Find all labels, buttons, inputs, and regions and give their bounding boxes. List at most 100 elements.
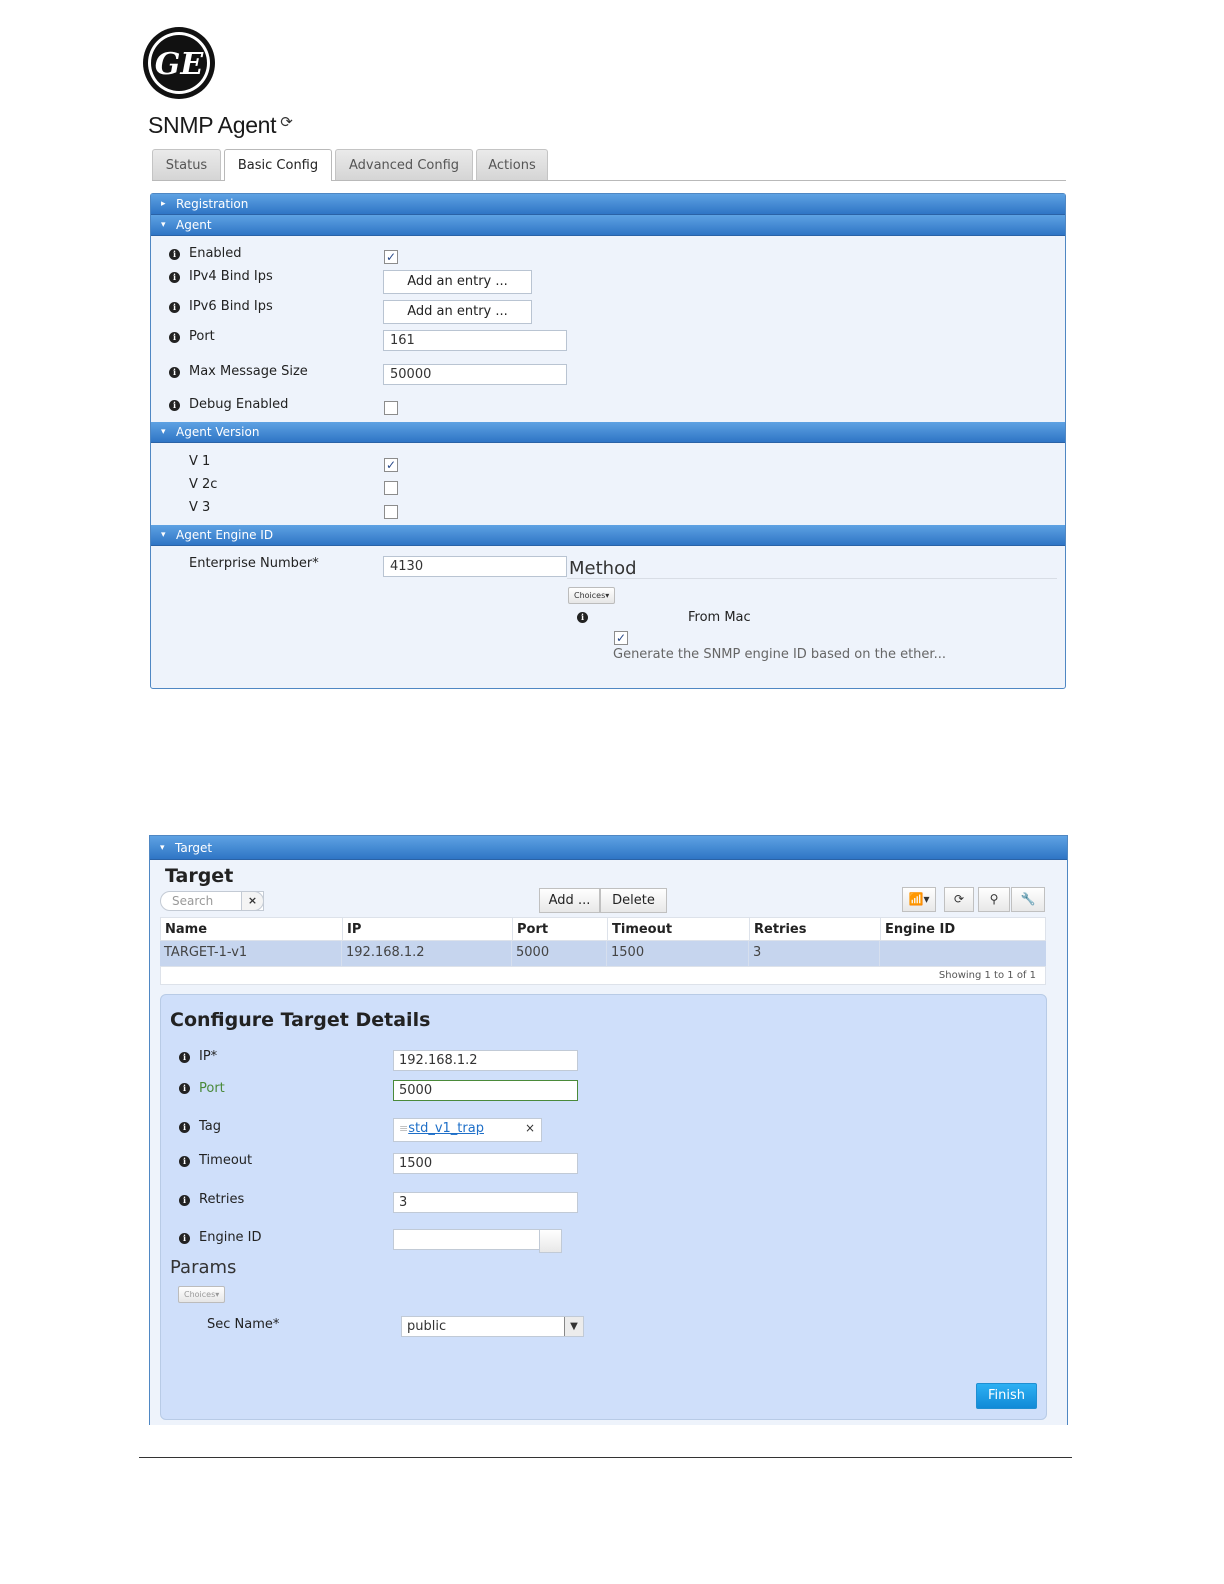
info-icon[interactable]: i bbox=[179, 1052, 190, 1063]
info-icon[interactable]: i bbox=[169, 400, 180, 411]
tag-input[interactable]: ≡std_v1_trap × bbox=[393, 1118, 542, 1142]
tab-actions[interactable]: Actions bbox=[476, 149, 548, 180]
chevron-down-icon[interactable]: ▼ bbox=[564, 1317, 583, 1336]
section-agent-engine-id-label: Agent Engine ID bbox=[176, 528, 274, 542]
column-header-ip[interactable]: IP bbox=[343, 918, 513, 940]
svg-text:GE: GE bbox=[155, 47, 205, 82]
from-mac-label: From Mac bbox=[688, 610, 751, 625]
search-clear-icon[interactable]: × bbox=[241, 891, 264, 911]
ipv6-add-entry-button[interactable]: Add an entry ... bbox=[383, 300, 532, 324]
retries-input[interactable]: 3 bbox=[393, 1192, 578, 1213]
max-message-size-input[interactable]: 50000 bbox=[383, 364, 567, 385]
table-row[interactable]: TARGET-1-v1 192.168.1.2 5000 1500 3 bbox=[160, 941, 1046, 966]
v2c-checkbox[interactable] bbox=[384, 481, 398, 495]
ipv4-add-entry-button[interactable]: Add an entry ... bbox=[383, 270, 532, 294]
v3-checkbox[interactable] bbox=[384, 505, 398, 519]
page-title: SNMP Agent ⟳ bbox=[148, 112, 293, 139]
section-agent-label: Agent bbox=[176, 218, 212, 232]
remove-tag-icon[interactable]: × bbox=[525, 1119, 535, 1138]
info-icon[interactable]: i bbox=[169, 332, 180, 343]
delete-target-button[interactable]: Delete bbox=[600, 888, 667, 913]
wrench-icon[interactable]: 🔧 bbox=[1011, 887, 1045, 912]
tab-status[interactable]: Status bbox=[152, 149, 221, 180]
params-title: Params bbox=[170, 1257, 237, 1278]
section-agent-version-label: Agent Version bbox=[176, 425, 260, 439]
info-icon[interactable]: i bbox=[169, 272, 180, 283]
target-title: Target bbox=[165, 865, 234, 887]
column-header-port[interactable]: Port bbox=[513, 918, 608, 940]
cell-name: TARGET-1-v1 bbox=[160, 941, 342, 966]
v1-checkbox[interactable]: ✓ bbox=[384, 458, 398, 472]
tag-chip[interactable]: std_v1_trap bbox=[408, 1121, 484, 1136]
section-registration[interactable]: ▸ Registration bbox=[151, 194, 1065, 215]
timeout-input[interactable]: 1500 bbox=[393, 1153, 578, 1174]
refresh-icon[interactable]: ⟳ bbox=[944, 887, 974, 912]
details-title: Configure Target Details bbox=[170, 1009, 431, 1031]
cell-port: 5000 bbox=[512, 941, 607, 966]
info-icon[interactable]: i bbox=[179, 1122, 190, 1133]
engine-id-generate-button[interactable] bbox=[539, 1229, 562, 1253]
column-header-name[interactable]: Name bbox=[161, 918, 343, 940]
section-agent-engine-id[interactable]: ▾ Agent Engine ID bbox=[151, 525, 1065, 546]
info-icon[interactable]: i bbox=[179, 1233, 190, 1244]
enabled-checkbox[interactable]: ✓ bbox=[384, 250, 398, 264]
enterprise-number-label: Enterprise Number* bbox=[189, 556, 319, 571]
page-title-text: SNMP Agent bbox=[148, 112, 277, 138]
section-registration-label: Registration bbox=[176, 197, 249, 211]
debug-enabled-checkbox[interactable] bbox=[384, 401, 398, 415]
table-footer: Showing 1 to 1 of 1 bbox=[160, 966, 1046, 985]
from-mac-checkbox[interactable]: ✓ bbox=[614, 631, 628, 645]
info-icon[interactable]: i bbox=[169, 367, 180, 378]
engine-id-input[interactable] bbox=[393, 1229, 540, 1250]
info-icon[interactable]: i bbox=[179, 1195, 190, 1206]
v1-label: V 1 bbox=[189, 454, 211, 469]
cell-engine-id bbox=[880, 941, 1044, 966]
search-icon[interactable]: ⚲ bbox=[978, 887, 1010, 912]
params-choices-button[interactable]: Choices▾ bbox=[178, 1286, 226, 1303]
retries-label: Retries bbox=[199, 1192, 245, 1207]
expanded-arrow-icon: ▾ bbox=[161, 427, 166, 437]
ipv6-bind-ips-label: IPv6 Bind Ips bbox=[189, 299, 273, 314]
sec-name-label: Sec Name* bbox=[207, 1317, 280, 1332]
tab-bar: Status Basic Config Advanced Config Acti… bbox=[152, 149, 1066, 181]
enabled-label: Enabled bbox=[189, 246, 242, 261]
info-icon[interactable]: i bbox=[169, 302, 180, 313]
method-choices-button[interactable]: Choices▾ bbox=[568, 587, 616, 604]
ip-input[interactable]: 192.168.1.2 bbox=[393, 1050, 578, 1071]
finish-button[interactable]: Finish bbox=[976, 1383, 1037, 1409]
timeout-label: Timeout bbox=[199, 1153, 253, 1168]
target-table: Name IP Port Timeout Retries Engine ID T… bbox=[160, 917, 1046, 985]
port-label: Port bbox=[199, 1081, 225, 1096]
section-agent[interactable]: ▾ Agent bbox=[151, 215, 1065, 236]
signal-icon[interactable]: 📶▾ bbox=[902, 887, 936, 912]
sec-name-select[interactable]: public ▼ bbox=[401, 1316, 584, 1337]
refresh-icon[interactable]: ⟳ bbox=[280, 114, 293, 131]
drag-handle-icon[interactable]: ≡ bbox=[399, 1122, 408, 1135]
info-icon[interactable]: i bbox=[577, 612, 588, 623]
tab-advanced-config[interactable]: Advanced Config bbox=[335, 149, 473, 180]
debug-enabled-label: Debug Enabled bbox=[189, 397, 289, 412]
section-target[interactable]: ▾ Target bbox=[150, 836, 1067, 860]
info-icon[interactable]: i bbox=[179, 1083, 190, 1094]
ipv4-bind-ips-label: IPv4 Bind Ips bbox=[189, 269, 273, 284]
cell-timeout: 1500 bbox=[607, 941, 749, 966]
footer-divider bbox=[139, 1457, 1072, 1458]
expanded-arrow-icon: ▾ bbox=[161, 530, 166, 540]
section-agent-version[interactable]: ▾ Agent Version bbox=[151, 422, 1065, 443]
add-target-button[interactable]: Add ... bbox=[539, 888, 600, 913]
target-panel: ▾ Target Target Search × Add ... Delete 📶… bbox=[149, 835, 1068, 1425]
info-icon[interactable]: i bbox=[169, 249, 180, 260]
enterprise-number-input[interactable]: 4130 bbox=[383, 556, 567, 577]
expanded-arrow-icon: ▾ bbox=[160, 843, 165, 853]
table-header: Name IP Port Timeout Retries Engine ID bbox=[160, 917, 1046, 941]
column-header-timeout[interactable]: Timeout bbox=[608, 918, 750, 940]
port-input[interactable]: 161 bbox=[383, 330, 567, 351]
column-header-engine-id[interactable]: Engine ID bbox=[881, 918, 1045, 940]
tag-label: Tag bbox=[199, 1119, 222, 1134]
column-header-retries[interactable]: Retries bbox=[750, 918, 881, 940]
method-divider bbox=[567, 578, 1057, 579]
tab-basic-config[interactable]: Basic Config bbox=[224, 149, 332, 181]
info-icon[interactable]: i bbox=[179, 1156, 190, 1167]
port-input[interactable]: 5000 bbox=[393, 1080, 578, 1101]
max-message-size-label: Max Message Size bbox=[189, 364, 308, 379]
